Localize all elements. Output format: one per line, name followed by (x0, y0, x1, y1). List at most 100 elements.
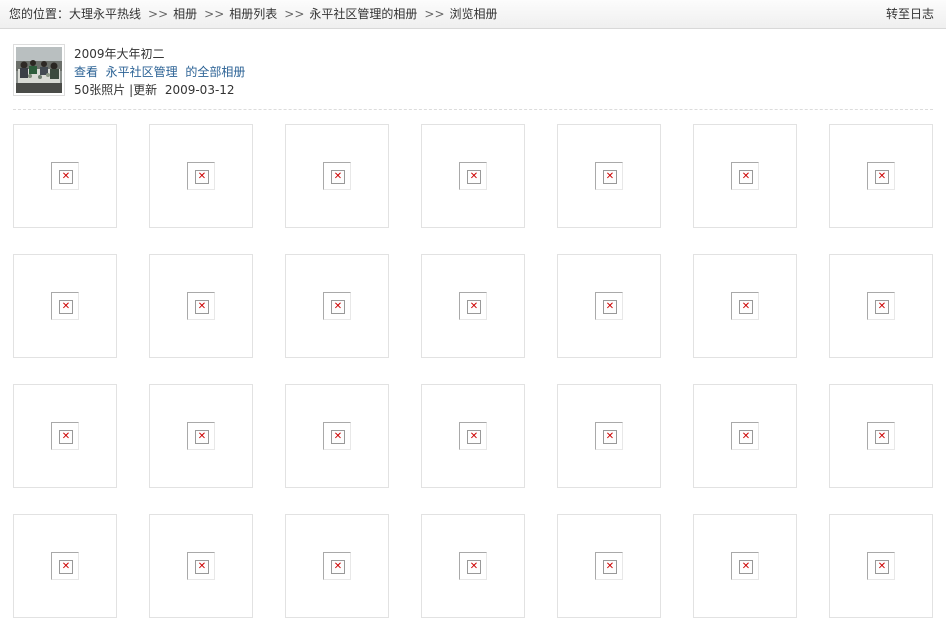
broken-image-icon: ✕ (459, 552, 487, 580)
broken-image-x-glyph: ✕ (195, 560, 209, 574)
photo-thumbnail[interactable]: ✕ (557, 254, 661, 358)
updated-label: 更新 (133, 83, 158, 97)
broken-image-icon: ✕ (323, 292, 351, 320)
photo-thumbnail[interactable]: ✕ (693, 254, 797, 358)
broken-image-icon: ✕ (731, 422, 759, 450)
broken-image-x-glyph: ✕ (195, 300, 209, 314)
broken-image-icon: ✕ (731, 162, 759, 190)
broken-image-icon: ✕ (867, 422, 895, 450)
album-owner-link[interactable]: 永平社区管理 (106, 65, 178, 79)
photo-thumbnail[interactable]: ✕ (149, 514, 253, 618)
broken-image-icon: ✕ (51, 422, 79, 450)
broken-image-icon: ✕ (867, 292, 895, 320)
broken-image-x-glyph: ✕ (59, 430, 73, 444)
broken-image-icon: ✕ (595, 552, 623, 580)
broken-image-x-glyph: ✕ (467, 430, 481, 444)
photo-thumbnail[interactable]: ✕ (421, 254, 525, 358)
photo-thumbnail[interactable]: ✕ (421, 124, 525, 228)
broken-image-x-glyph: ✕ (467, 170, 481, 184)
broken-image-icon: ✕ (595, 292, 623, 320)
album-info: 2009年大年初二 查看 永平社区管理 的全部相册 50张照片 |更新 2009… (13, 44, 933, 98)
broken-image-icon: ✕ (323, 422, 351, 450)
breadcrumb-link-album-list[interactable]: 相册列表 (229, 7, 277, 21)
breadcrumb-link-album[interactable]: 相册 (173, 7, 197, 21)
broken-image-icon: ✕ (51, 292, 79, 320)
photo-thumbnail[interactable]: ✕ (421, 384, 525, 488)
broken-image-x-glyph: ✕ (195, 430, 209, 444)
view-prefix: 查看 (74, 65, 99, 79)
broken-image-x-glyph: ✕ (739, 560, 753, 574)
album-meta: 50张照片 |更新 2009-03-12 (74, 81, 245, 99)
broken-image-icon: ✕ (459, 292, 487, 320)
photo-thumbnail[interactable]: ✕ (149, 124, 253, 228)
breadcrumb-separator: >> (424, 7, 445, 21)
photo-thumbnail[interactable]: ✕ (285, 124, 389, 228)
broken-image-x-glyph: ✕ (331, 300, 345, 314)
broken-image-icon: ✕ (867, 162, 895, 190)
photo-thumbnail[interactable]: ✕ (13, 254, 117, 358)
all-albums-link[interactable]: 的全部相册 (185, 65, 245, 79)
broken-image-icon: ✕ (187, 162, 215, 190)
photo-thumbnail[interactable]: ✕ (829, 254, 933, 358)
photo-thumbnail[interactable]: ✕ (13, 384, 117, 488)
broken-image-icon: ✕ (595, 162, 623, 190)
broken-image-x-glyph: ✕ (739, 300, 753, 314)
album-details: 2009年大年初二 查看 永平社区管理 的全部相册 50张照片 |更新 2009… (74, 45, 245, 99)
broken-image-x-glyph: ✕ (875, 560, 889, 574)
photo-thumbnail[interactable]: ✕ (149, 384, 253, 488)
broken-image-icon: ✕ (459, 422, 487, 450)
broken-image-x-glyph: ✕ (59, 170, 73, 184)
to-blog-link[interactable]: 转至日志 (886, 7, 934, 22)
broken-image-x-glyph: ✕ (195, 170, 209, 184)
broken-image-x-glyph: ✕ (59, 300, 73, 314)
top-bar: 您的位置：大理永平热线 >> 相册 >> 相册列表 >> 永平社区管理的相册 >> 浏览相册 转… (0, 0, 946, 29)
photo-thumbnail[interactable]: ✕ (557, 384, 661, 488)
broken-image-x-glyph: ✕ (875, 430, 889, 444)
broken-image-icon: ✕ (187, 292, 215, 320)
breadcrumb: 您的位置：大理永平热线 >> 相册 >> 相册列表 >> 永平社区管理的相册 >> 浏览相册 (9, 7, 498, 22)
broken-image-x-glyph: ✕ (603, 430, 617, 444)
photo-thumbnail[interactable]: ✕ (285, 384, 389, 488)
broken-image-icon: ✕ (867, 552, 895, 580)
broken-image-x-glyph: ✕ (467, 560, 481, 574)
photo-thumbnail[interactable]: ✕ (829, 384, 933, 488)
breadcrumb-link-user-albums[interactable]: 永平社区管理的相册 (309, 7, 417, 21)
album-cover-image (16, 47, 62, 93)
broken-image-x-glyph: ✕ (739, 170, 753, 184)
photo-thumbnail[interactable]: ✕ (421, 514, 525, 618)
photo-thumbnail[interactable]: ✕ (557, 514, 661, 618)
broken-image-x-glyph: ✕ (467, 300, 481, 314)
broken-image-icon: ✕ (187, 552, 215, 580)
photo-thumbnail[interactable]: ✕ (693, 384, 797, 488)
photo-thumbnail[interactable]: ✕ (13, 514, 117, 618)
photo-count: 50张照片 (74, 83, 126, 97)
broken-image-icon: ✕ (595, 422, 623, 450)
photo-thumbnail[interactable]: ✕ (693, 514, 797, 618)
breadcrumb-current: 浏览相册 (449, 7, 498, 21)
broken-image-x-glyph: ✕ (331, 170, 345, 184)
broken-image-icon: ✕ (187, 422, 215, 450)
breadcrumb-prefix: 您的位置： (9, 7, 70, 21)
photo-thumbnail[interactable]: ✕ (285, 514, 389, 618)
broken-image-x-glyph: ✕ (59, 560, 73, 574)
broken-image-icon: ✕ (51, 162, 79, 190)
broken-image-icon: ✕ (323, 552, 351, 580)
breadcrumb-separator: >> (148, 7, 169, 21)
photo-thumbnail[interactable]: ✕ (13, 124, 117, 228)
broken-image-x-glyph: ✕ (603, 300, 617, 314)
photo-thumbnail[interactable]: ✕ (829, 514, 933, 618)
breadcrumb-separator: >> (284, 7, 305, 21)
broken-image-icon: ✕ (51, 552, 79, 580)
album-cover-thumbnail[interactable] (13, 44, 65, 96)
broken-image-x-glyph: ✕ (603, 170, 617, 184)
breadcrumb-link-home[interactable]: 大理永平热线 (69, 7, 141, 21)
photo-thumbnail[interactable]: ✕ (829, 124, 933, 228)
photo-thumbnail[interactable]: ✕ (557, 124, 661, 228)
photo-thumbnail[interactable]: ✕ (285, 254, 389, 358)
breadcrumb-separator: >> (204, 7, 225, 21)
broken-image-x-glyph: ✕ (739, 430, 753, 444)
photo-thumbnail[interactable]: ✕ (693, 124, 797, 228)
view-all-albums-line: 查看 永平社区管理 的全部相册 (74, 63, 245, 81)
broken-image-x-glyph: ✕ (331, 430, 345, 444)
photo-thumbnail[interactable]: ✕ (149, 254, 253, 358)
